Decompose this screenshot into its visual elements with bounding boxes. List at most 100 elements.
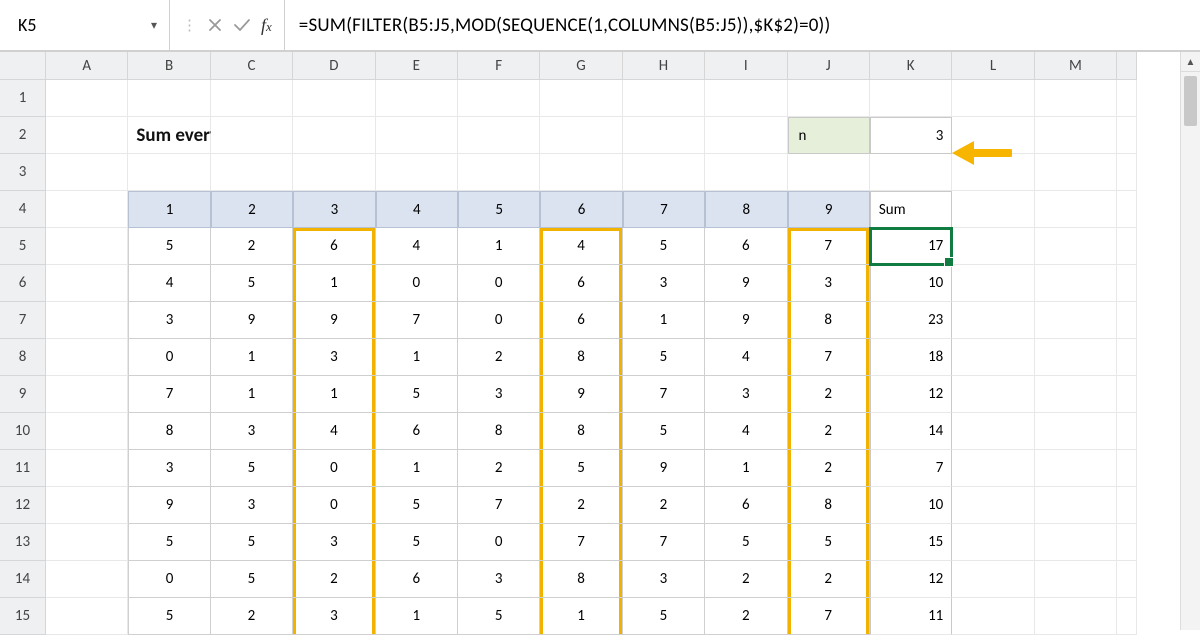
data-cell[interactable]: 4 (540, 228, 622, 265)
data-cell[interactable]: 2 (458, 339, 540, 376)
empty-cell[interactable] (458, 80, 540, 117)
formula-input[interactable]: =SUM(FILTER(B5:J5,MOD(SEQUENCE(1,COLUMNS… (285, 0, 1200, 50)
data-cell[interactable]: 7 (788, 228, 870, 265)
empty-cell[interactable] (1035, 598, 1117, 635)
data-cell[interactable]: 6 (293, 228, 375, 265)
column-header[interactable]: F (458, 52, 540, 80)
empty-cell[interactable] (1035, 561, 1117, 598)
data-cell[interactable]: 7 (458, 487, 540, 524)
sum-cell[interactable]: 18 (870, 339, 952, 376)
sum-cell[interactable]: 12 (870, 561, 952, 598)
confirm-check-icon[interactable] (233, 17, 251, 33)
empty-cell[interactable] (1035, 265, 1117, 302)
column-header[interactable]: L (952, 52, 1034, 80)
empty-cell[interactable] (952, 80, 1034, 117)
data-cell[interactable]: 1 (211, 339, 293, 376)
data-cell[interactable]: 3 (128, 302, 210, 339)
data-cell[interactable]: 5 (788, 524, 870, 561)
row-header[interactable]: 2 (0, 117, 46, 154)
data-cell[interactable]: 5 (376, 524, 458, 561)
data-cell[interactable]: 9 (705, 265, 787, 302)
data-cell[interactable]: 0 (293, 450, 375, 487)
data-cell[interactable]: 7 (540, 524, 622, 561)
chevron-down-icon[interactable]: ▾ (151, 18, 157, 33)
data-cell[interactable]: 0 (293, 487, 375, 524)
empty-cell[interactable] (952, 561, 1034, 598)
row-header[interactable]: 11 (0, 450, 46, 487)
data-cell[interactable]: 5 (128, 524, 210, 561)
empty-cell[interactable] (870, 80, 952, 117)
data-cell[interactable]: 3 (293, 524, 375, 561)
data-cell[interactable]: 4 (705, 339, 787, 376)
data-cell[interactable]: 2 (788, 450, 870, 487)
empty-cell[interactable] (1035, 191, 1117, 228)
data-cell[interactable]: 5 (376, 487, 458, 524)
data-cell[interactable]: 3 (211, 413, 293, 450)
data-cell[interactable]: 0 (458, 265, 540, 302)
row-header[interactable]: 9 (0, 376, 46, 413)
scroll-thumb[interactable] (1184, 76, 1197, 126)
select-all-corner[interactable] (0, 52, 46, 80)
empty-cell[interactable] (952, 339, 1034, 376)
empty-cell[interactable] (623, 154, 705, 191)
vertical-scrollbar[interactable]: ▲ (1180, 52, 1200, 630)
empty-cell[interactable] (1035, 376, 1117, 413)
data-cell[interactable]: 6 (376, 561, 458, 598)
data-cell[interactable]: 9 (211, 302, 293, 339)
data-cell[interactable]: 5 (128, 228, 210, 265)
data-cell[interactable]: 4 (376, 228, 458, 265)
empty-cell[interactable] (1035, 413, 1117, 450)
empty-cell[interactable] (1035, 450, 1117, 487)
data-cell[interactable]: 5 (705, 524, 787, 561)
data-cell[interactable]: 0 (128, 339, 210, 376)
empty-cell[interactable] (952, 191, 1034, 228)
sum-cell[interactable]: 17 (870, 228, 952, 265)
data-cell[interactable]: 6 (705, 487, 787, 524)
name-box[interactable]: K5 ▾ (0, 0, 170, 50)
data-cell[interactable]: 5 (623, 228, 705, 265)
data-cell[interactable]: 2 (458, 450, 540, 487)
data-cell[interactable]: 1 (540, 598, 622, 635)
empty-cell[interactable] (1035, 80, 1117, 117)
empty-cell[interactable] (540, 154, 622, 191)
empty-cell[interactable] (952, 487, 1034, 524)
data-cell[interactable]: 9 (128, 487, 210, 524)
data-cell[interactable]: 1 (458, 228, 540, 265)
data-cell[interactable]: 1 (623, 302, 705, 339)
data-cell[interactable]: 5 (458, 598, 540, 635)
empty-cell[interactable] (46, 117, 128, 154)
empty-cell[interactable] (46, 191, 128, 228)
column-header[interactable]: D (293, 52, 375, 80)
data-cell[interactable]: 4 (705, 413, 787, 450)
empty-cell[interactable] (623, 80, 705, 117)
data-cell[interactable]: 2 (788, 376, 870, 413)
column-header[interactable]: H (623, 52, 705, 80)
row-header[interactable]: 6 (0, 265, 46, 302)
empty-cell[interactable] (1035, 117, 1117, 154)
column-header[interactable]: E (376, 52, 458, 80)
data-cell[interactable]: 3 (705, 376, 787, 413)
n-value-cell[interactable]: 3 (870, 117, 952, 154)
data-cell[interactable]: 5 (376, 376, 458, 413)
data-cell[interactable]: 3 (458, 561, 540, 598)
empty-cell[interactable] (705, 80, 787, 117)
data-cell[interactable]: 9 (293, 302, 375, 339)
fx-icon[interactable]: fx (261, 15, 272, 36)
empty-cell[interactable] (540, 117, 622, 154)
data-cell[interactable]: 8 (540, 561, 622, 598)
empty-cell[interactable] (1035, 524, 1117, 561)
row-header[interactable]: 4 (0, 191, 46, 228)
empty-cell[interactable] (952, 376, 1034, 413)
empty-cell[interactable] (46, 265, 128, 302)
empty-cell[interactable] (376, 154, 458, 191)
data-cell[interactable]: 4 (128, 265, 210, 302)
empty-cell[interactable] (46, 228, 128, 265)
data-cell[interactable]: 2 (788, 413, 870, 450)
empty-cell[interactable] (46, 561, 128, 598)
empty-cell[interactable] (128, 80, 210, 117)
column-header[interactable]: K (870, 52, 952, 80)
data-cell[interactable]: 0 (458, 524, 540, 561)
row-header[interactable]: 10 (0, 413, 46, 450)
sum-cell[interactable]: 23 (870, 302, 952, 339)
empty-cell[interactable] (952, 413, 1034, 450)
